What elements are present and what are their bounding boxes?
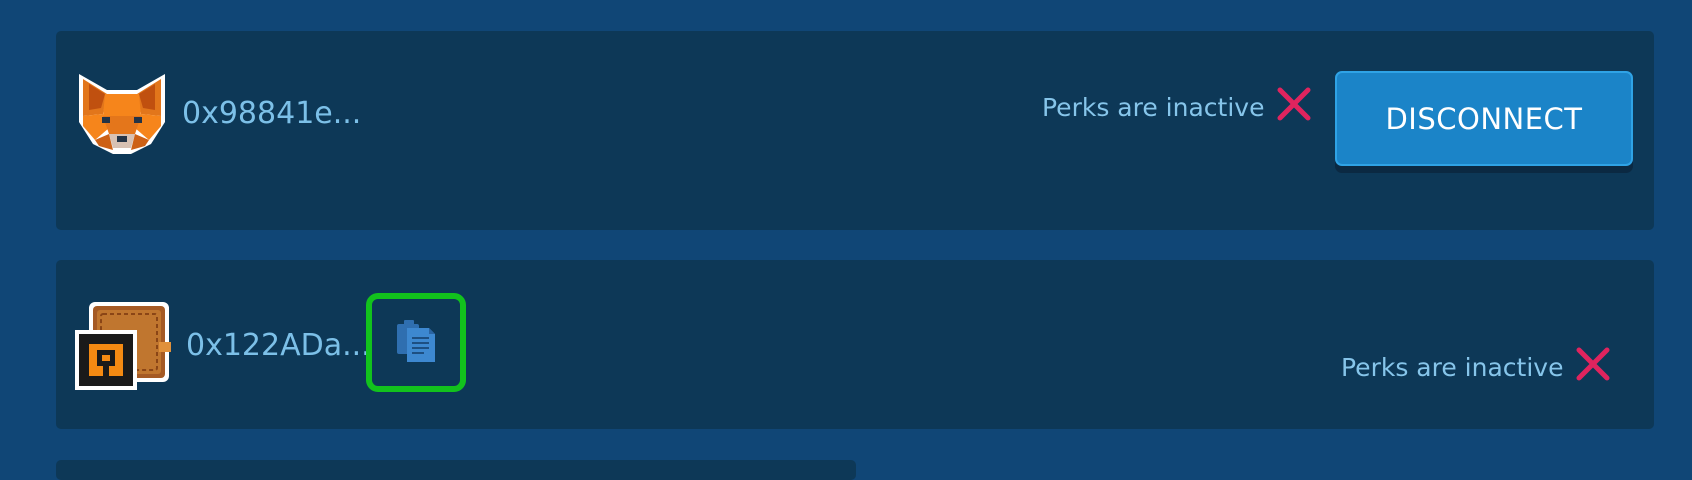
- perks-status-text: Perks are inactive: [1341, 352, 1564, 382]
- inactive-x-icon: [1575, 346, 1611, 388]
- perks-status-text: Perks are inactive: [1042, 92, 1265, 122]
- perks-status: Perks are inactive: [1341, 346, 1611, 388]
- wallet-address: 0x98841e...: [182, 96, 362, 131]
- wallet-row-3: [56, 460, 856, 480]
- copy-address-button[interactable]: [366, 293, 466, 392]
- inactive-x-icon: [1276, 86, 1312, 128]
- perks-status: Perks are inactive: [1042, 86, 1312, 128]
- wallet-icon: [75, 300, 173, 390]
- disconnect-button[interactable]: DISCONNECT: [1335, 71, 1633, 166]
- wallet-address: 0x122ADa...: [186, 328, 371, 363]
- metamask-fox-icon: [75, 70, 169, 157]
- copy-icon: [395, 318, 437, 368]
